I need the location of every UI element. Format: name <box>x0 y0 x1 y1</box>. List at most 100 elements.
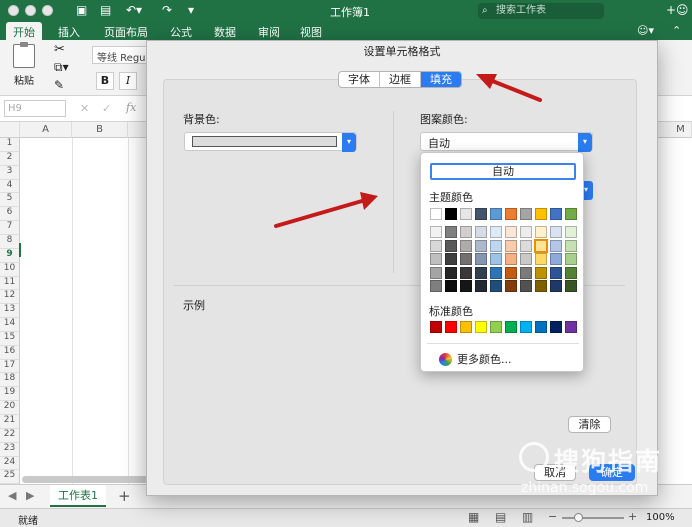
theme-shade-swatch[interactable] <box>445 226 457 238</box>
row-header[interactable]: 15 <box>0 331 20 346</box>
theme-shade-swatch[interactable] <box>475 280 487 292</box>
theme-color-swatch[interactable] <box>505 208 517 220</box>
automatic-color-button[interactable]: 自动 <box>430 163 576 180</box>
theme-shade-swatch[interactable] <box>550 266 562 279</box>
theme-shade-swatch[interactable] <box>445 266 457 279</box>
zoom-window-button[interactable] <box>42 5 53 16</box>
chevron-down-icon[interactable]: ▾ <box>578 133 592 152</box>
standard-color-swatch[interactable] <box>460 321 472 333</box>
theme-shade-swatch[interactable] <box>505 226 517 238</box>
minimize-window-button[interactable] <box>25 5 36 16</box>
row-header[interactable]: 22 <box>0 428 20 443</box>
page-layout-view-icon[interactable]: ▤ <box>495 510 506 524</box>
row-header[interactable]: 24 <box>0 456 20 471</box>
row-header[interactable]: 12 <box>0 290 20 305</box>
theme-color-swatch[interactable] <box>565 208 577 220</box>
theme-shade-swatch[interactable] <box>565 253 577 265</box>
row-header[interactable]: 2 <box>0 151 20 166</box>
row-header[interactable]: 11 <box>0 276 20 291</box>
collapse-ribbon-icon[interactable]: ⌃ <box>672 24 681 37</box>
theme-shade-swatch[interactable] <box>505 253 517 265</box>
undo-icon[interactable]: ↶▾ <box>126 3 142 17</box>
theme-shade-swatch[interactable] <box>550 280 562 292</box>
theme-shade-swatch[interactable] <box>445 280 457 292</box>
next-sheet-icon[interactable]: ▶ <box>26 489 34 502</box>
normal-view-icon[interactable]: ▦ <box>468 510 479 524</box>
theme-shade-swatch[interactable] <box>475 239 487 252</box>
theme-shade-swatch[interactable] <box>550 226 562 238</box>
row-header[interactable]: 25 <box>0 470 20 485</box>
more-colors-button[interactable]: 更多颜色... <box>439 351 512 367</box>
row-header[interactable]: 20 <box>0 401 20 416</box>
row-header[interactable]: 8 <box>0 234 20 249</box>
theme-shade-swatch[interactable] <box>520 226 532 238</box>
theme-shade-swatch[interactable] <box>550 253 562 265</box>
column-header-a[interactable]: A <box>20 122 72 138</box>
page-break-view-icon[interactable]: ▥ <box>522 510 533 524</box>
theme-shade-swatch[interactable] <box>565 226 577 238</box>
column-header-b[interactable]: B <box>72 122 128 138</box>
row-header[interactable]: 16 <box>0 345 20 360</box>
theme-shade-swatch[interactable] <box>534 238 548 253</box>
theme-color-swatch[interactable] <box>430 208 442 220</box>
row-header[interactable]: 5 <box>0 193 20 208</box>
theme-color-swatch[interactable] <box>520 208 532 220</box>
zoom-slider[interactable] <box>562 513 624 522</box>
copy-icon[interactable]: ⧉▾ <box>54 60 69 75</box>
standard-color-swatch[interactable] <box>550 321 562 333</box>
paste-button[interactable]: 粘贴 <box>6 42 42 87</box>
theme-shade-swatch[interactable] <box>505 280 517 292</box>
row-header[interactable]: 7 <box>0 221 20 235</box>
column-header-m[interactable]: M <box>670 122 692 138</box>
smiley-feedback-icon[interactable]: ☺▾ <box>637 24 654 37</box>
horizontal-scrollbar[interactable] <box>22 476 148 483</box>
row-header[interactable]: 3 <box>0 165 20 180</box>
theme-color-swatch[interactable] <box>475 208 487 220</box>
save-icon[interactable]: ▤ <box>100 3 111 17</box>
name-box[interactable]: H9 <box>4 100 66 117</box>
theme-shade-swatch[interactable] <box>550 239 562 252</box>
theme-shade-swatch[interactable] <box>520 266 532 279</box>
theme-shade-swatch[interactable] <box>430 266 442 279</box>
theme-shade-swatch[interactable] <box>520 239 532 252</box>
select-all-corner[interactable] <box>0 122 20 138</box>
tab-view[interactable]: 视图 <box>300 24 322 40</box>
tab-review[interactable]: 审阅 <box>258 24 280 40</box>
tab-border[interactable]: 边框 <box>380 72 421 87</box>
cut-icon[interactable]: ✂ <box>54 42 65 57</box>
theme-shade-swatch[interactable] <box>490 280 502 292</box>
zoom-in-icon[interactable]: + <box>628 510 637 523</box>
sheet-tab-1[interactable]: 工作表1 <box>50 485 106 507</box>
pattern-color-popup[interactable]: 自动 ▾ <box>420 132 593 152</box>
row-header[interactable]: 4 <box>0 179 20 194</box>
standard-color-swatch[interactable] <box>445 321 457 333</box>
theme-shade-swatch[interactable] <box>520 280 532 292</box>
tab-fill[interactable]: 填充 <box>421 72 461 87</box>
tab-font[interactable]: 字体 <box>339 72 380 87</box>
theme-shade-swatch[interactable] <box>490 266 502 279</box>
tab-home[interactable]: 开始 <box>6 22 42 40</box>
standard-color-swatch[interactable] <box>430 321 442 333</box>
zoom-slider-thumb[interactable] <box>574 513 583 522</box>
theme-shade-swatch[interactable] <box>565 239 577 252</box>
theme-shade-swatch[interactable] <box>445 239 457 252</box>
theme-shade-swatch[interactable] <box>475 266 487 279</box>
theme-color-swatch[interactable] <box>460 208 472 220</box>
customize-toolbar-icon[interactable]: ▾ <box>188 3 194 17</box>
theme-shade-swatch[interactable] <box>460 253 472 265</box>
row-header[interactable]: 6 <box>0 207 20 222</box>
tab-formulas[interactable]: 公式 <box>170 24 192 40</box>
row-header[interactable]: 18 <box>0 373 20 388</box>
row-header[interactable]: 19 <box>0 387 20 402</box>
theme-shade-swatch[interactable] <box>535 266 547 279</box>
theme-shade-swatch[interactable] <box>475 226 487 238</box>
row-header[interactable]: 1 <box>0 138 20 152</box>
redo-icon[interactable]: ↷ <box>162 3 172 17</box>
theme-shade-swatch[interactable] <box>460 280 472 292</box>
theme-shade-swatch[interactable] <box>490 253 502 265</box>
font-name-combo[interactable]: 等线 Regular <box>92 46 150 64</box>
theme-shade-swatch[interactable] <box>565 280 577 292</box>
theme-shade-swatch[interactable] <box>430 226 442 238</box>
zoom-out-icon[interactable]: − <box>548 510 557 523</box>
row-header[interactable]: 13 <box>0 304 20 319</box>
